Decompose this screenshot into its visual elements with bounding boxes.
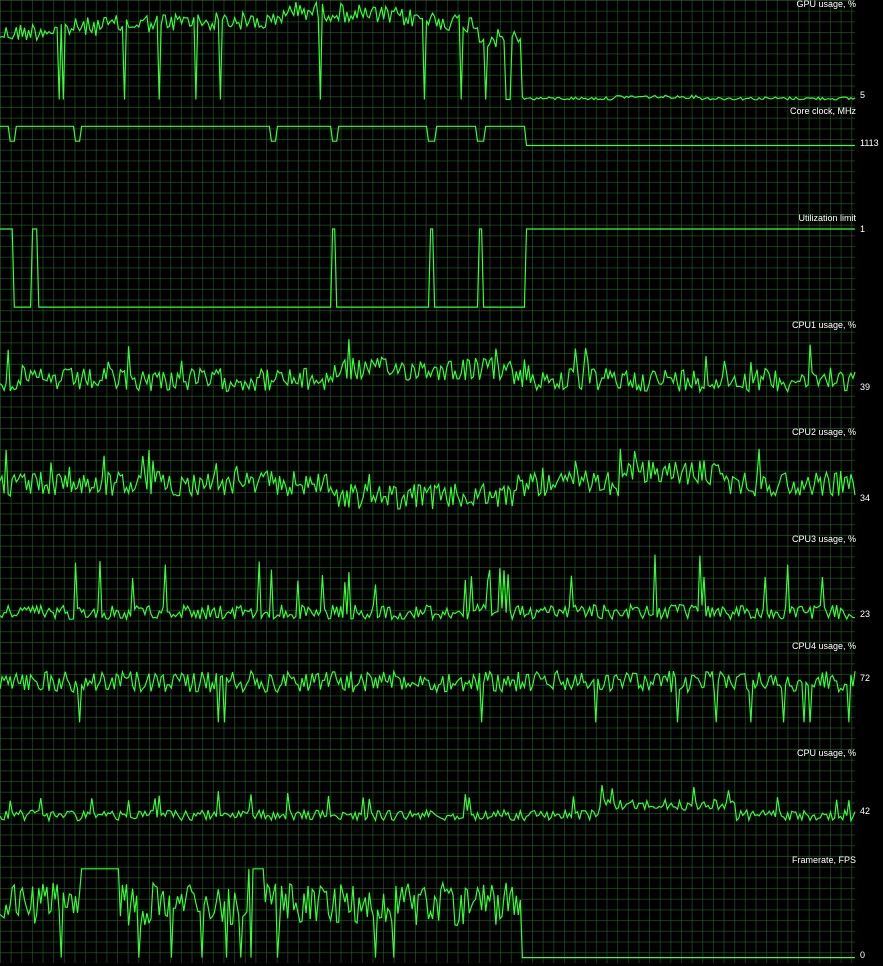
cpu2-usage-line — [0, 448, 856, 510]
framerate-line — [0, 868, 855, 959]
graph-cpu4-usage[interactable]: CPU4 usage, % 72 — [0, 641, 883, 749]
current-value: 0 — [860, 950, 866, 960]
cpu3-usage-trace — [0, 554, 856, 622]
cpu-usage-line — [0, 785, 856, 823]
graph-cpu3-usage[interactable]: CPU3 usage, % 23 — [0, 534, 883, 642]
graph-title: Core clock, MHz — [789, 106, 856, 116]
graph-core-clock[interactable]: Core clock, MHz 1113 — [0, 106, 883, 214]
cpu3-usage-line — [0, 554, 856, 622]
current-value: 39 — [860, 382, 871, 392]
graph-utilization-limit[interactable]: Utilization limit 1 — [0, 213, 883, 321]
core-clock-line — [0, 125, 855, 147]
gpu-usage-trace — [0, 0, 856, 101]
graph-gpu-usage[interactable]: GPU usage, % 5 — [0, 0, 883, 107]
plot-area — [0, 856, 855, 963]
graph-title: CPU usage, % — [796, 748, 856, 758]
plot-area — [0, 535, 856, 642]
hardware-monitor: GPU usage, % 5 Core clock, MHz 1113 Util… — [0, 0, 883, 966]
graph-cpu1-usage[interactable]: CPU1 usage, % 39 — [0, 320, 883, 428]
current-value: 1113 — [860, 138, 879, 148]
current-value: 42 — [860, 806, 871, 816]
utilization-limit-trace — [0, 228, 855, 308]
plot-area — [0, 107, 855, 214]
graph-title: CPU3 usage, % — [791, 534, 856, 544]
graph-cpu-usage[interactable]: CPU usage, % 42 — [0, 748, 883, 856]
cpu1-usage-line — [0, 339, 856, 394]
framerate-trace — [0, 868, 855, 959]
graph-cpu2-usage[interactable]: CPU2 usage, % 34 — [0, 427, 883, 535]
current-value: 72 — [860, 673, 871, 683]
graph-title: Utilization limit — [798, 213, 856, 223]
utilization-limit-line — [0, 228, 855, 308]
plot-area — [0, 642, 856, 749]
current-value: 5 — [860, 90, 866, 100]
plot-area — [0, 214, 855, 321]
current-value: 1 — [860, 224, 866, 234]
graph-title: GPU usage, % — [796, 0, 856, 9]
cpu4-usage-line — [0, 669, 856, 723]
graph-title: Framerate, FPS — [791, 855, 856, 865]
plot-area — [0, 0, 856, 107]
current-value: 34 — [860, 493, 871, 503]
graph-title: CPU1 usage, % — [791, 320, 856, 330]
graph-title: CPU4 usage, % — [791, 641, 856, 651]
gpu-usage-line — [0, 0, 856, 101]
plot-area — [0, 321, 856, 428]
cpu1-usage-trace — [0, 339, 856, 394]
cpu-usage-trace — [0, 785, 856, 823]
cpu2-usage-trace — [0, 448, 856, 510]
plot-area — [0, 428, 856, 535]
graph-title: CPU2 usage, % — [791, 427, 856, 437]
core-clock-trace — [0, 125, 855, 147]
cpu4-usage-trace — [0, 669, 856, 723]
graph-framerate[interactable]: Framerate, FPS 0 — [0, 855, 883, 963]
plot-area — [0, 749, 856, 856]
current-value: 23 — [860, 609, 871, 619]
